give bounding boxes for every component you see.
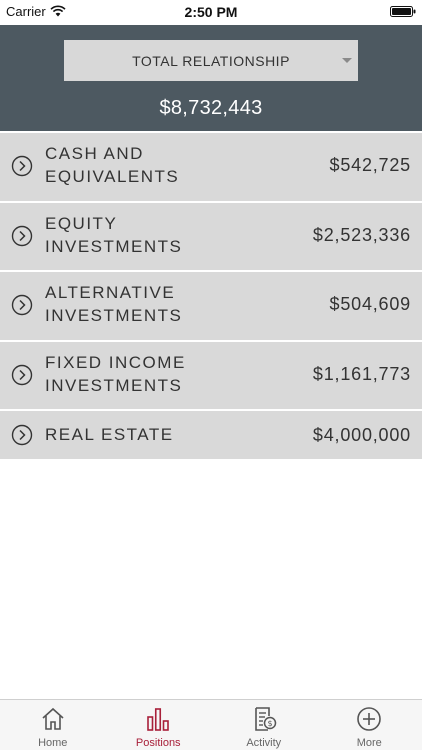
chevron-right-circle-icon — [11, 155, 33, 177]
position-row-alternative[interactable]: ALTERNATIVE INVESTMENTS $504,609 — [0, 270, 422, 340]
position-row-real-estate[interactable]: REAL ESTATE $4,000,000 — [0, 409, 422, 459]
bar-chart-icon — [147, 708, 170, 731]
chevron-right-circle-icon — [11, 294, 33, 316]
position-label: CASH AND EQUIVALENTS — [45, 144, 180, 186]
status-bar: Carrier 2:50 PM — [0, 0, 422, 24]
position-label: ALTERNATIVE INVESTMENTS — [45, 283, 183, 325]
plus-circle-icon — [357, 707, 382, 731]
document-dollar-icon: $ — [254, 707, 276, 731]
position-value: $1,161,773 — [312, 363, 411, 384]
positions-list: CASH AND EQUIVALENTS $542,725 EQUITY INV… — [0, 131, 422, 459]
total-value: $8,732,443 — [159, 97, 263, 119]
tab-label: More — [356, 737, 382, 749]
tab-activity[interactable]: $ Activity — [211, 700, 317, 750]
caret-down-icon — [342, 58, 352, 63]
position-value: $2,523,336 — [312, 224, 411, 245]
svg-text:$: $ — [267, 719, 272, 728]
position-row-cash[interactable]: CASH AND EQUIVALENTS $542,725 — [0, 131, 422, 201]
chevron-right-circle-icon — [11, 424, 33, 446]
position-row-equity[interactable]: EQUITY INVESTMENTS $2,523,336 — [0, 200, 422, 270]
position-label: EQUITY INVESTMENTS — [45, 213, 183, 256]
tab-home[interactable]: Home — [0, 700, 106, 750]
tab-more[interactable]: More — [317, 700, 422, 750]
position-row-fixed-income[interactable]: FIXED INCOME INVESTMENTS $1,161,773 — [0, 339, 422, 409]
battery-icon — [390, 6, 416, 17]
position-value: $542,725 — [329, 155, 411, 175]
chevron-right-circle-icon — [11, 364, 33, 385]
tab-label: Positions — [135, 737, 181, 749]
position-value: $4,000,000 — [312, 425, 411, 445]
position-label: REAL ESTATE — [45, 425, 174, 444]
position-label: FIXED INCOME INVESTMENTS — [45, 352, 186, 395]
portfolio-header: TOTAL RELATIONSHIP $8,732,443 — [0, 25, 422, 131]
tab-label: Home — [38, 737, 68, 749]
chevron-right-circle-icon — [11, 225, 33, 246]
relationship-selector[interactable]: TOTAL RELATIONSHIP — [64, 40, 358, 81]
tab-positions[interactable]: Positions — [106, 700, 212, 750]
position-value: $504,609 — [329, 294, 411, 314]
tab-label: Activity — [246, 737, 282, 749]
home-icon — [42, 707, 64, 730]
tab-bar: Home Positions $ Activity More — [0, 699, 422, 750]
clock: 2:50 PM — [184, 4, 238, 20]
selector-label: TOTAL RELATIONSHIP — [132, 53, 290, 69]
